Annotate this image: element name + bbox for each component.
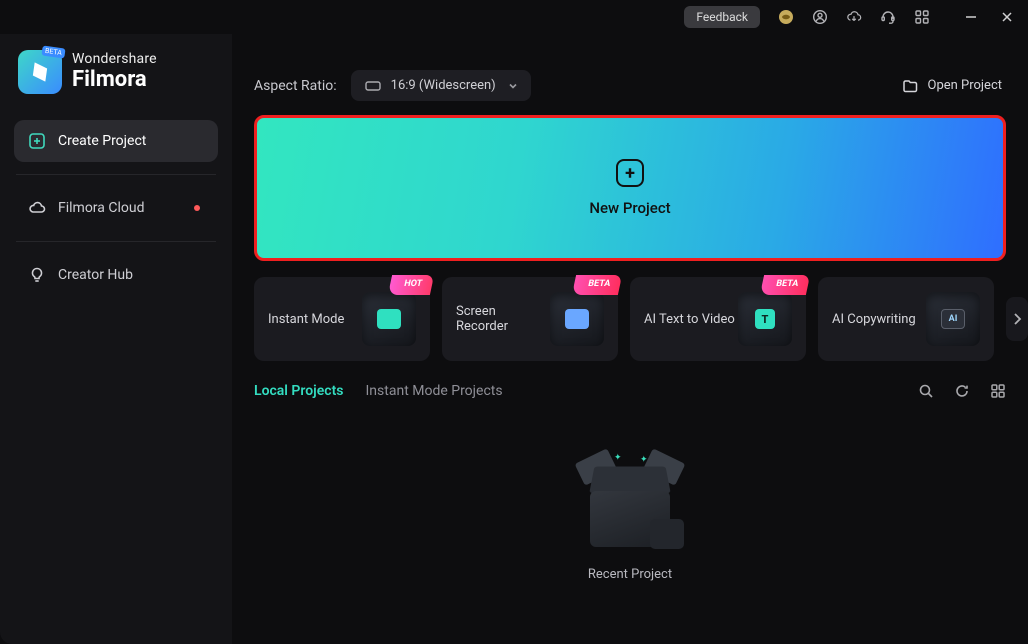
top-row: Aspect Ratio: 16:9 (Widescreen) Open Pro… <box>254 70 1006 101</box>
new-project-button[interactable]: + New Project <box>254 115 1006 261</box>
hot-badge: HOT <box>388 275 434 295</box>
tab-instant-mode-projects[interactable]: Instant Mode Projects <box>366 379 503 403</box>
ai-text-to-video-icon: T <box>738 292 792 346</box>
app-window: Feedback <box>0 0 1028 644</box>
recent-project-label: Recent Project <box>588 567 672 582</box>
tabs-actions <box>918 383 1006 399</box>
new-project-label: New Project <box>589 199 670 217</box>
chevron-down-icon <box>507 80 519 92</box>
feature-scroll-right[interactable] <box>1006 297 1028 341</box>
sidebar-item-creator-hub[interactable]: Creator Hub <box>14 254 218 296</box>
brand-line2: Filmora <box>72 68 157 93</box>
sidebar-item-filmora-cloud[interactable]: Filmora Cloud <box>14 187 218 229</box>
feature-label: AI Text to Video <box>644 312 735 327</box>
search-icon[interactable] <box>918 383 934 399</box>
beta-badge: BETA <box>572 275 622 295</box>
brand-logo-icon: BETA <box>18 50 62 94</box>
brand: BETA Wondershare Filmora <box>14 44 218 116</box>
feature-screen-recorder[interactable]: Screen Recorder BETA <box>442 277 618 361</box>
window-controls <box>964 10 1014 24</box>
body: BETA Wondershare Filmora Create Project <box>0 34 1028 644</box>
sidebar-item-label: Create Project <box>58 133 146 149</box>
support-icon[interactable] <box>880 9 896 25</box>
nav-separator <box>16 174 216 175</box>
plus-square-icon <box>28 132 46 150</box>
sidebar-item-label: Creator Hub <box>58 267 133 283</box>
close-button[interactable] <box>1000 10 1014 24</box>
tab-local-projects[interactable]: Local Projects <box>254 379 344 403</box>
premium-icon[interactable] <box>778 9 794 25</box>
cloud-icon <box>28 199 46 217</box>
aspect-ratio-select[interactable]: 16:9 (Widescreen) <box>351 70 531 101</box>
nav-separator <box>16 241 216 242</box>
beta-badge: BETA <box>42 45 66 58</box>
ai-copywriting-icon: AI <box>926 292 980 346</box>
instant-mode-icon <box>362 292 416 346</box>
feature-ai-text-to-video[interactable]: AI Text to Video T BETA <box>630 277 806 361</box>
nav: Create Project Filmora Cloud Creator Hub <box>14 120 218 296</box>
beta-badge: BETA <box>760 275 810 295</box>
feedback-button[interactable]: Feedback <box>684 6 760 28</box>
screen-recorder-icon <box>550 292 604 346</box>
titlebar-icons <box>778 9 930 25</box>
feature-ai-copywriting[interactable]: AI Copywriting AI <box>818 277 994 361</box>
empty-box-icon: ✦✦✦ <box>570 453 690 553</box>
plus-icon: + <box>616 159 644 187</box>
brand-text: Wondershare Filmora <box>72 52 157 92</box>
sidebar-item-label: Filmora Cloud <box>58 200 144 216</box>
aspect-ratio-value: 16:9 (Widescreen) <box>391 78 496 93</box>
aspect-ratio-label: Aspect Ratio: <box>254 78 337 94</box>
project-tabs: Local Projects Instant Mode Projects <box>254 379 1006 403</box>
notification-dot-icon <box>194 205 200 211</box>
main: Aspect Ratio: 16:9 (Widescreen) Open Pro… <box>232 34 1028 644</box>
recent-projects-empty: ✦✦✦ Recent Project <box>254 411 1006 644</box>
feature-label: Instant Mode <box>268 312 344 327</box>
grid-view-icon[interactable] <box>990 383 1006 399</box>
open-project-label: Open Project <box>928 78 1003 93</box>
refresh-icon[interactable] <box>954 383 970 399</box>
feature-instant-mode[interactable]: Instant Mode HOT <box>254 277 430 361</box>
folder-icon <box>902 78 918 94</box>
sidebar: BETA Wondershare Filmora Create Project <box>0 34 232 644</box>
account-icon[interactable] <box>812 9 828 25</box>
aspect-rect-icon <box>365 80 381 92</box>
bulb-icon <box>28 266 46 284</box>
feature-label: Screen Recorder <box>456 304 550 334</box>
titlebar: Feedback <box>0 0 1028 34</box>
minimize-button[interactable] <box>964 10 978 24</box>
feature-label: AI Copywriting <box>832 312 916 327</box>
open-project-button[interactable]: Open Project <box>898 72 1007 100</box>
brand-line1: Wondershare <box>72 52 157 68</box>
feature-cards: Instant Mode HOT Screen Recorder BETA AI… <box>254 277 1006 361</box>
apps-icon[interactable] <box>914 9 930 25</box>
cloud-download-icon[interactable] <box>846 9 862 25</box>
sidebar-item-create-project[interactable]: Create Project <box>14 120 218 162</box>
